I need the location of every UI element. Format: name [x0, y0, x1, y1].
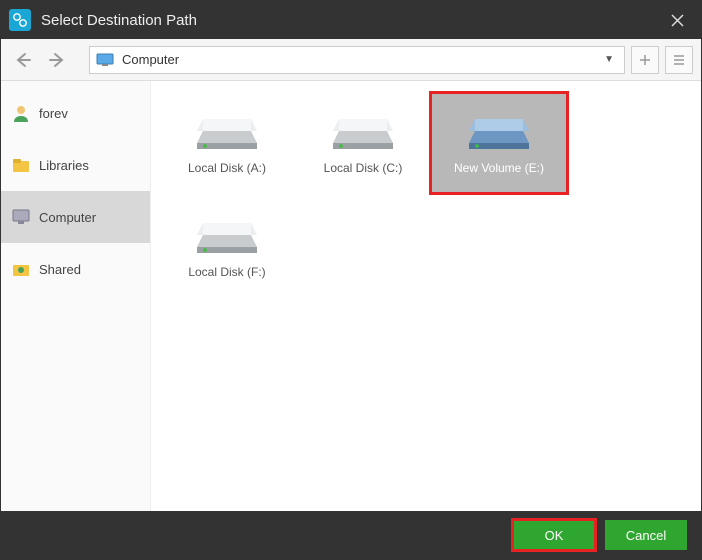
footer: OK Cancel [1, 511, 701, 559]
list-icon [672, 53, 686, 67]
sidebar-item-label: Computer [39, 210, 96, 225]
arrow-left-icon [13, 50, 33, 70]
drive-item-c[interactable]: Local Disk (C:) [295, 93, 431, 193]
drive-grid: Local Disk (A:) Local Disk (C:) New Volu… [151, 81, 701, 511]
forward-button[interactable] [43, 46, 71, 74]
drive-icon [327, 97, 399, 153]
drive-label: New Volume (E:) [454, 161, 544, 175]
close-icon [671, 14, 684, 27]
user-icon [11, 103, 31, 123]
computer-icon [11, 207, 31, 227]
drive-label: Local Disk (F:) [188, 265, 265, 279]
shared-icon [11, 259, 31, 279]
sidebar: forev Libraries Computer Shared [1, 81, 151, 511]
cancel-button[interactable]: Cancel [605, 520, 687, 550]
arrow-right-icon [47, 50, 67, 70]
sidebar-item-libraries[interactable]: Libraries [1, 139, 150, 191]
close-button[interactable] [657, 1, 697, 39]
view-list-button[interactable] [665, 46, 693, 74]
sidebar-item-label: forev [39, 106, 68, 121]
window-title: Select Destination Path [41, 12, 657, 29]
plus-icon [638, 53, 652, 67]
ok-button[interactable]: OK [513, 520, 595, 550]
drive-icon [463, 97, 535, 153]
drive-label: Local Disk (C:) [324, 161, 403, 175]
main-area: forev Libraries Computer Shared [1, 81, 701, 511]
app-icon [9, 9, 31, 31]
drive-item-a[interactable]: Local Disk (A:) [159, 93, 295, 193]
drive-icon [191, 97, 263, 153]
new-folder-button[interactable] [631, 46, 659, 74]
computer-icon [96, 53, 114, 67]
drive-item-e[interactable]: New Volume (E:) [431, 93, 567, 193]
chevron-down-icon[interactable]: ▼ [600, 54, 618, 65]
drive-icon [191, 201, 263, 257]
path-text: Computer [122, 52, 600, 67]
toolbar: Computer ▼ [1, 39, 701, 81]
path-bar[interactable]: Computer ▼ [89, 46, 625, 74]
sidebar-item-label: Libraries [39, 158, 89, 173]
sidebar-item-shared[interactable]: Shared [1, 243, 150, 295]
sidebar-item-forev[interactable]: forev [1, 87, 150, 139]
back-button[interactable] [9, 46, 37, 74]
libraries-icon [11, 155, 31, 175]
drive-label: Local Disk (A:) [188, 161, 266, 175]
sidebar-item-label: Shared [39, 262, 81, 277]
drive-item-f[interactable]: Local Disk (F:) [159, 197, 295, 297]
sidebar-item-computer[interactable]: Computer [1, 191, 150, 243]
titlebar: Select Destination Path [1, 1, 701, 39]
